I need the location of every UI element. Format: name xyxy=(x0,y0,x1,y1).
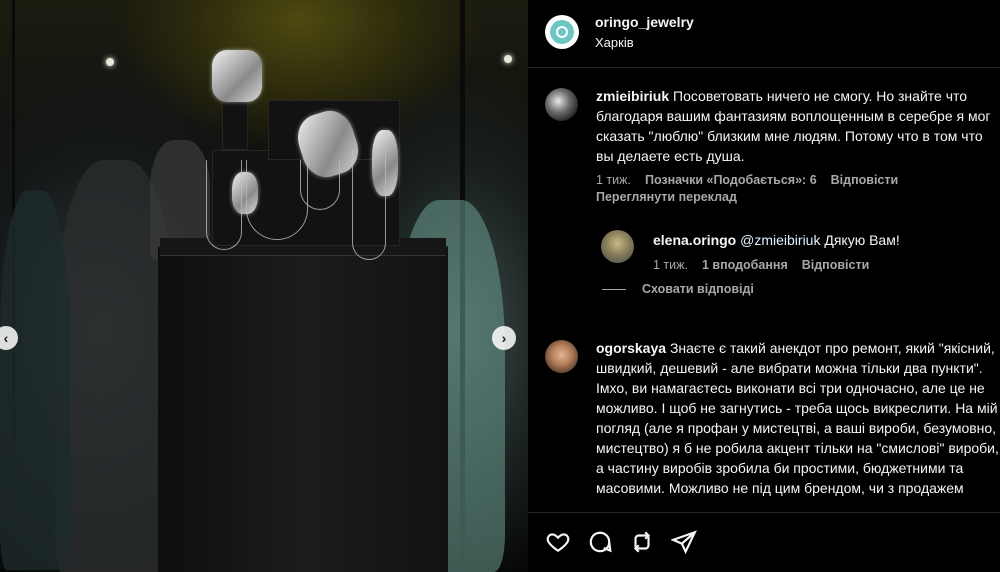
post-actions xyxy=(528,512,1000,572)
reply-button[interactable]: Відповісти xyxy=(802,258,870,272)
post-photo[interactable]: ‹ › xyxy=(0,0,528,572)
hide-replies-button[interactable]: Сховати відповіді xyxy=(602,282,754,296)
silver-chain xyxy=(206,160,242,250)
comment-likes[interactable]: Позначки «Подобається»: 6 xyxy=(645,173,817,187)
comment-body: Знаєте є такий анекдот про ремонт, який … xyxy=(596,340,999,496)
next-slide-button[interactable]: › xyxy=(492,326,516,350)
logo-icon xyxy=(550,20,574,44)
chevron-right-icon: › xyxy=(501,330,507,346)
chevron-left-icon: ‹ xyxy=(3,330,9,346)
display-stand xyxy=(222,94,248,150)
post-location[interactable]: Харків xyxy=(595,35,634,50)
comment-time[interactable]: 1 тиж. xyxy=(653,258,688,272)
ceiling-light xyxy=(106,58,114,66)
silver-chain xyxy=(300,160,340,210)
avatar[interactable] xyxy=(545,88,578,121)
repost-icon[interactable] xyxy=(629,529,655,555)
comment-body: Дякую Вам! xyxy=(824,232,900,248)
comments-list[interactable]: zmieibiriuk Посоветовать ничего не смогу… xyxy=(528,68,1000,512)
translate-button[interactable]: Переглянути переклад xyxy=(596,190,737,204)
silver-figurine xyxy=(212,50,262,102)
comment-username[interactable]: zmieibiriuk xyxy=(596,88,669,104)
post-username[interactable]: oringo_jewelry xyxy=(595,14,694,30)
comment-text: ogorskaya Знаєте є такий анекдот про рем… xyxy=(596,338,1000,498)
silver-chain xyxy=(246,160,308,240)
pedestal xyxy=(158,246,448,572)
post-header: oringo_jewelry Харків xyxy=(528,0,1000,68)
comment-time[interactable]: 1 тиж. xyxy=(596,173,631,187)
comment-meta: 1 тиж. Позначки «Подобається»: 6 Відпові… xyxy=(596,173,898,187)
comment-text: elena.oringo @zmieibiriuk Дякую Вам! xyxy=(653,230,998,250)
comment-text: zmieibiriuk Посоветовать ничего не смогу… xyxy=(596,86,1000,166)
divider xyxy=(602,288,626,290)
account-avatar[interactable] xyxy=(545,15,579,49)
reply-button[interactable]: Відповісти xyxy=(831,173,899,187)
silver-chain xyxy=(352,150,386,260)
avatar[interactable] xyxy=(601,230,634,263)
comment-likes[interactable]: 1 вподобання xyxy=(702,258,788,272)
avatar[interactable] xyxy=(545,340,578,373)
comment-icon[interactable] xyxy=(587,529,613,555)
comment-username[interactable]: ogorskaya xyxy=(596,340,666,356)
mention-link[interactable]: @zmieibiriuk xyxy=(740,232,820,248)
comments-panel: oringo_jewelry Харків zmieibiriuk Посове… xyxy=(528,0,1000,572)
comment-meta: 1 тиж. 1 вподобання Відповісти xyxy=(653,258,869,272)
share-icon[interactable] xyxy=(671,529,697,555)
visitor-silhouette xyxy=(0,190,70,570)
ceiling-light xyxy=(504,55,512,63)
heart-icon[interactable] xyxy=(545,529,571,555)
comment-username[interactable]: elena.oringo xyxy=(653,232,736,248)
hide-replies-label: Сховати відповіді xyxy=(642,282,754,296)
